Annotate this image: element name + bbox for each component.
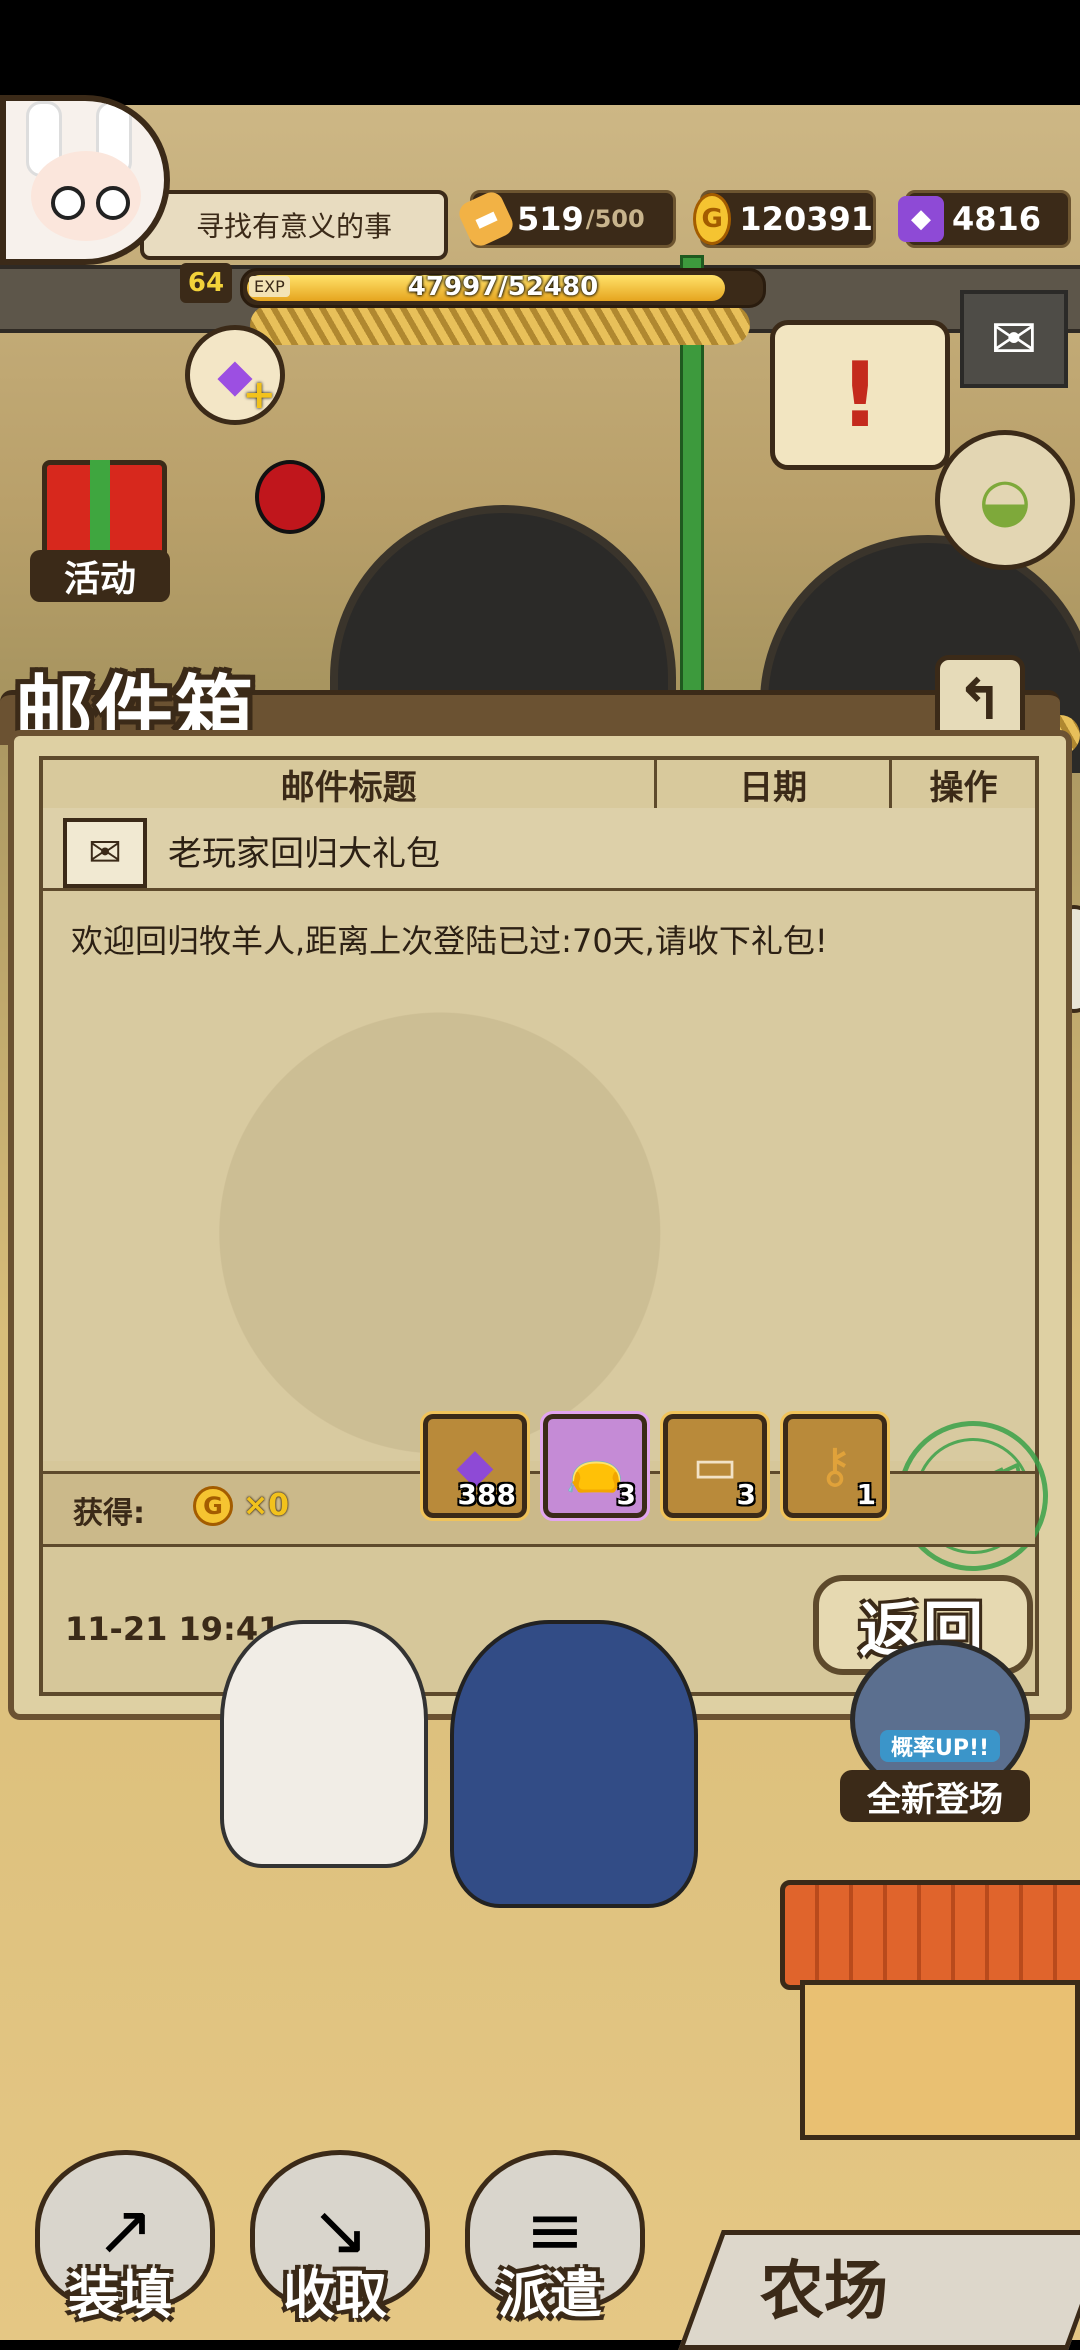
gacha-banner-button[interactable]: 概率UP!! 全新登场 [840, 1640, 1030, 1830]
exp-bar: EXP 47997/52480 [240, 268, 766, 308]
gold-counter[interactable]: G 120391 [693, 190, 876, 248]
column-header: 日期 [657, 760, 893, 808]
rewards-bar: 获得: G ×0 ◆ 388 👝 3 ▭ 3 ⚷ 1 [43, 1411, 1035, 1547]
stamina-value: 519 [517, 200, 584, 238]
gold-coin-icon: G [693, 193, 732, 245]
mail-subject-row: ✉ 老玩家回归大礼包 [43, 808, 1035, 891]
collect-label: 收取 [282, 2264, 387, 2326]
mail-body-area: 欢迎回归牧羊人,距离上次登陆已过:70天,请收下礼包! 已领取 [43, 891, 1073, 1596]
quest-scroll-icon[interactable]: ! [770, 320, 950, 470]
gift-ribbon [90, 460, 110, 560]
character-sprite[interactable] [220, 1620, 428, 1868]
ladybug-icon[interactable] [255, 460, 325, 534]
new-arrival-tag: 全新登场 [840, 1770, 1030, 1822]
obtain-label: 获得: [73, 1496, 145, 1531]
stamina-counter[interactable]: ▬ 519/500 [455, 188, 676, 250]
collect-button[interactable]: ↘ 收取 [235, 2150, 435, 2340]
activity-label: 活动 [30, 550, 170, 602]
reward-qty: 3 [616, 1478, 636, 1511]
dispatch-label: 派遣 [497, 2264, 602, 2326]
activity-button[interactable]: 活动 [20, 430, 180, 610]
exp-text: 47997/52480 [407, 272, 599, 302]
player-name: 寻找有意义的事 [140, 190, 448, 260]
barn-roof [780, 1880, 1080, 1990]
column-header: 邮件标题 [43, 760, 658, 808]
gem-counter[interactable]: ◆ 4816 [898, 190, 1071, 248]
character-sprite[interactable] [450, 1620, 698, 1908]
status-bar [0, 0, 1080, 105]
dispatch-button[interactable]: ≡ 派遣 [450, 2150, 650, 2340]
column-header: 操作 [929, 767, 998, 808]
reward-item-key[interactable]: ⚷ 1 [780, 1411, 890, 1521]
reward-qty: 388 [457, 1478, 516, 1511]
reward-item-money-bag[interactable]: 👝 3 [540, 1411, 650, 1521]
player-avatar[interactable] [0, 95, 170, 265]
avatar-eye [96, 186, 130, 220]
load-button[interactable]: ↗ 装填 [20, 2150, 220, 2340]
mail-subject: 老玩家回归大礼包 [168, 834, 440, 874]
reward-item-gem[interactable]: ◆ 388 [420, 1411, 530, 1521]
mail-icon[interactable]: ✉ [960, 290, 1068, 388]
key-icon: ⚷ [817, 1438, 853, 1494]
barn-building [780, 1880, 1080, 2140]
gem-value: 4816 [952, 200, 1042, 238]
envelope-icon: ✉ [63, 818, 147, 888]
buy-gems-button[interactable]: ◆ + [185, 325, 285, 425]
load-label: 装填 [67, 2264, 172, 2326]
mailbox-panel: 邮件标题 日期 操作 ✉ 老玩家回归大礼包 欢迎回归牧羊人,距离上次登陆已过:7… [8, 730, 1073, 1720]
coin-count: ×0 [243, 1488, 290, 1523]
character-group[interactable] [220, 1620, 740, 1920]
barn-wall [800, 1980, 1080, 2140]
avatar-eye [51, 186, 85, 220]
level-badge: 64 [180, 263, 232, 303]
table-header: 邮件标题 日期 操作 [43, 760, 1035, 811]
stamina-max: /500 [585, 205, 645, 233]
backpack-icon[interactable]: ◒ [935, 430, 1075, 570]
straw-pile [250, 305, 750, 345]
farm-label: 农场 [760, 2254, 888, 2329]
ticket-icon: ▭ [692, 1438, 738, 1494]
mail-body-text: 欢迎回归牧羊人,距离上次登陆已过:70天,请收下礼包! [71, 922, 828, 960]
mail-detail: 邮件标题 日期 操作 ✉ 老玩家回归大礼包 欢迎回归牧羊人,距离上次登陆已过:7… [39, 756, 1073, 1696]
gem-icon: ◆ [898, 196, 944, 242]
gold-value: 120391 [739, 200, 873, 238]
rate-up-tag: 概率UP!! [880, 1730, 1000, 1762]
gold-coin-icon: G [193, 1486, 233, 1526]
plus-icon: + [242, 372, 276, 418]
reward-qty: 1 [856, 1478, 876, 1511]
reward-qty: 3 [736, 1478, 756, 1511]
reward-item-ticket[interactable]: ▭ 3 [660, 1411, 770, 1521]
